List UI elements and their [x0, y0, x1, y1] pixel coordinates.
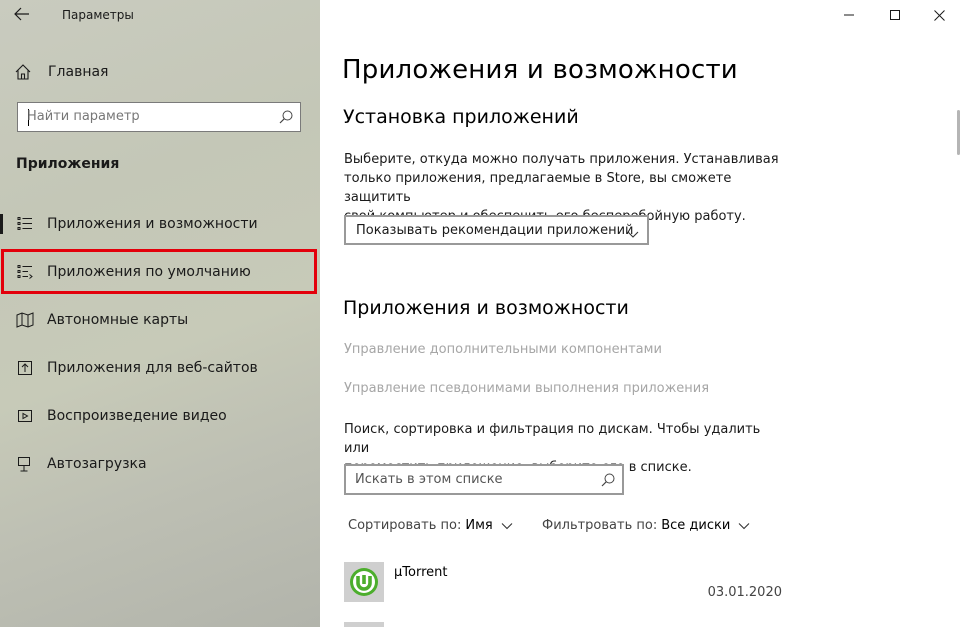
minimize-button[interactable]: [826, 0, 872, 30]
sidebar: Параметры Главная Приложения Приложения …: [0, 0, 320, 627]
minimize-icon: [844, 14, 854, 16]
offline-maps-icon: [16, 311, 34, 329]
install-apps-heading: Установка приложений: [343, 106, 579, 128]
sidebar-item-apps-features[interactable]: Приложения и возможности: [0, 200, 320, 248]
app-list-search-box[interactable]: [344, 464, 624, 495]
settings-search-input[interactable]: [27, 109, 267, 124]
title-bar: Параметры: [0, 0, 320, 30]
app-source-dropdown[interactable]: Показывать рекомендации приложений: [344, 215, 649, 245]
back-arrow-icon: [14, 7, 29, 21]
maximize-button[interactable]: [872, 0, 918, 30]
apps-features-icon: [16, 215, 34, 233]
sidebar-item-default-apps[interactable]: Приложения по умолчанию: [0, 248, 320, 296]
sidebar-section-title: Приложения: [16, 156, 120, 172]
app-name: µTorrent: [394, 565, 448, 580]
sidebar-item-label: Приложения по умолчанию: [47, 264, 251, 280]
scrollbar[interactable]: [957, 110, 960, 155]
app-list-item[interactable]: µTorrent 03.01.2020: [344, 560, 784, 610]
page-title: Приложения и возможности: [342, 55, 738, 85]
search-icon[interactable]: [600, 472, 616, 488]
manage-app-aliases-link[interactable]: Управление псевдонимами выполнения прило…: [344, 381, 709, 396]
description-line: Поиск, сортировка и фильтрация по дискам…: [344, 422, 761, 456]
maximize-icon: [890, 10, 900, 20]
chevron-down-icon: [627, 224, 639, 243]
back-button[interactable]: [14, 6, 36, 24]
default-apps-icon: [16, 263, 34, 281]
sidebar-item-offline-maps[interactable]: Автономные карты: [0, 296, 320, 344]
app-install-date: 03.01.2020: [707, 585, 782, 600]
sort-label: Сортировать по:: [348, 518, 462, 533]
app-list-search-input[interactable]: [355, 472, 585, 487]
sort-dropdown[interactable]: Сортировать по: Имя: [348, 518, 513, 533]
video-playback-icon: [16, 407, 34, 425]
sidebar-item-video-playback[interactable]: Воспроизведение видео: [0, 392, 320, 440]
sidebar-item-apps-websites[interactable]: Приложения для веб-сайтов: [0, 344, 320, 392]
window-title: Параметры: [62, 8, 134, 22]
chevron-down-icon: [738, 522, 750, 529]
active-indicator: [0, 214, 3, 234]
filter-dropdown[interactable]: Фильтровать по: Все диски: [542, 518, 750, 533]
description-line: только приложения, предлагаемые в Store,…: [344, 171, 732, 205]
sidebar-item-label: Автозагрузка: [47, 456, 147, 472]
apps-websites-icon: [16, 359, 34, 377]
manage-optional-features-link[interactable]: Управление дополнительными компонентами: [344, 342, 662, 357]
home-icon: [14, 62, 34, 82]
sidebar-item-label: Приложения и возможности: [47, 216, 258, 232]
sidebar-item-startup[interactable]: Автозагрузка: [0, 440, 320, 488]
nav-home[interactable]: Главная: [14, 58, 304, 86]
settings-search-box[interactable]: [17, 102, 301, 132]
sidebar-item-label: Приложения для веб-сайтов: [47, 360, 258, 376]
sidebar-item-label: Воспроизведение видео: [47, 408, 227, 424]
nav-home-label: Главная: [48, 64, 109, 80]
description-line: Выберите, откуда можно получать приложен…: [344, 152, 779, 167]
utorrent-icon: [344, 562, 384, 602]
app-list-item-partial: [344, 622, 384, 627]
chevron-down-icon: [501, 522, 513, 529]
close-icon: [933, 9, 945, 21]
dropdown-value: Показывать рекомендации приложений: [356, 222, 634, 238]
filter-value: Все диски: [661, 518, 731, 533]
startup-icon: [16, 455, 34, 473]
close-button[interactable]: [916, 0, 962, 30]
sidebar-nav-list: Приложения и возможности Приложения по у…: [0, 200, 320, 488]
sidebar-item-label: Автономные карты: [47, 312, 189, 328]
sort-value: Имя: [465, 518, 493, 533]
filter-label: Фильтровать по:: [542, 518, 658, 533]
search-icon[interactable]: [278, 109, 294, 125]
apps-features-heading: Приложения и возможности: [343, 297, 629, 319]
main-content: Приложения и возможности Установка прило…: [320, 0, 962, 627]
